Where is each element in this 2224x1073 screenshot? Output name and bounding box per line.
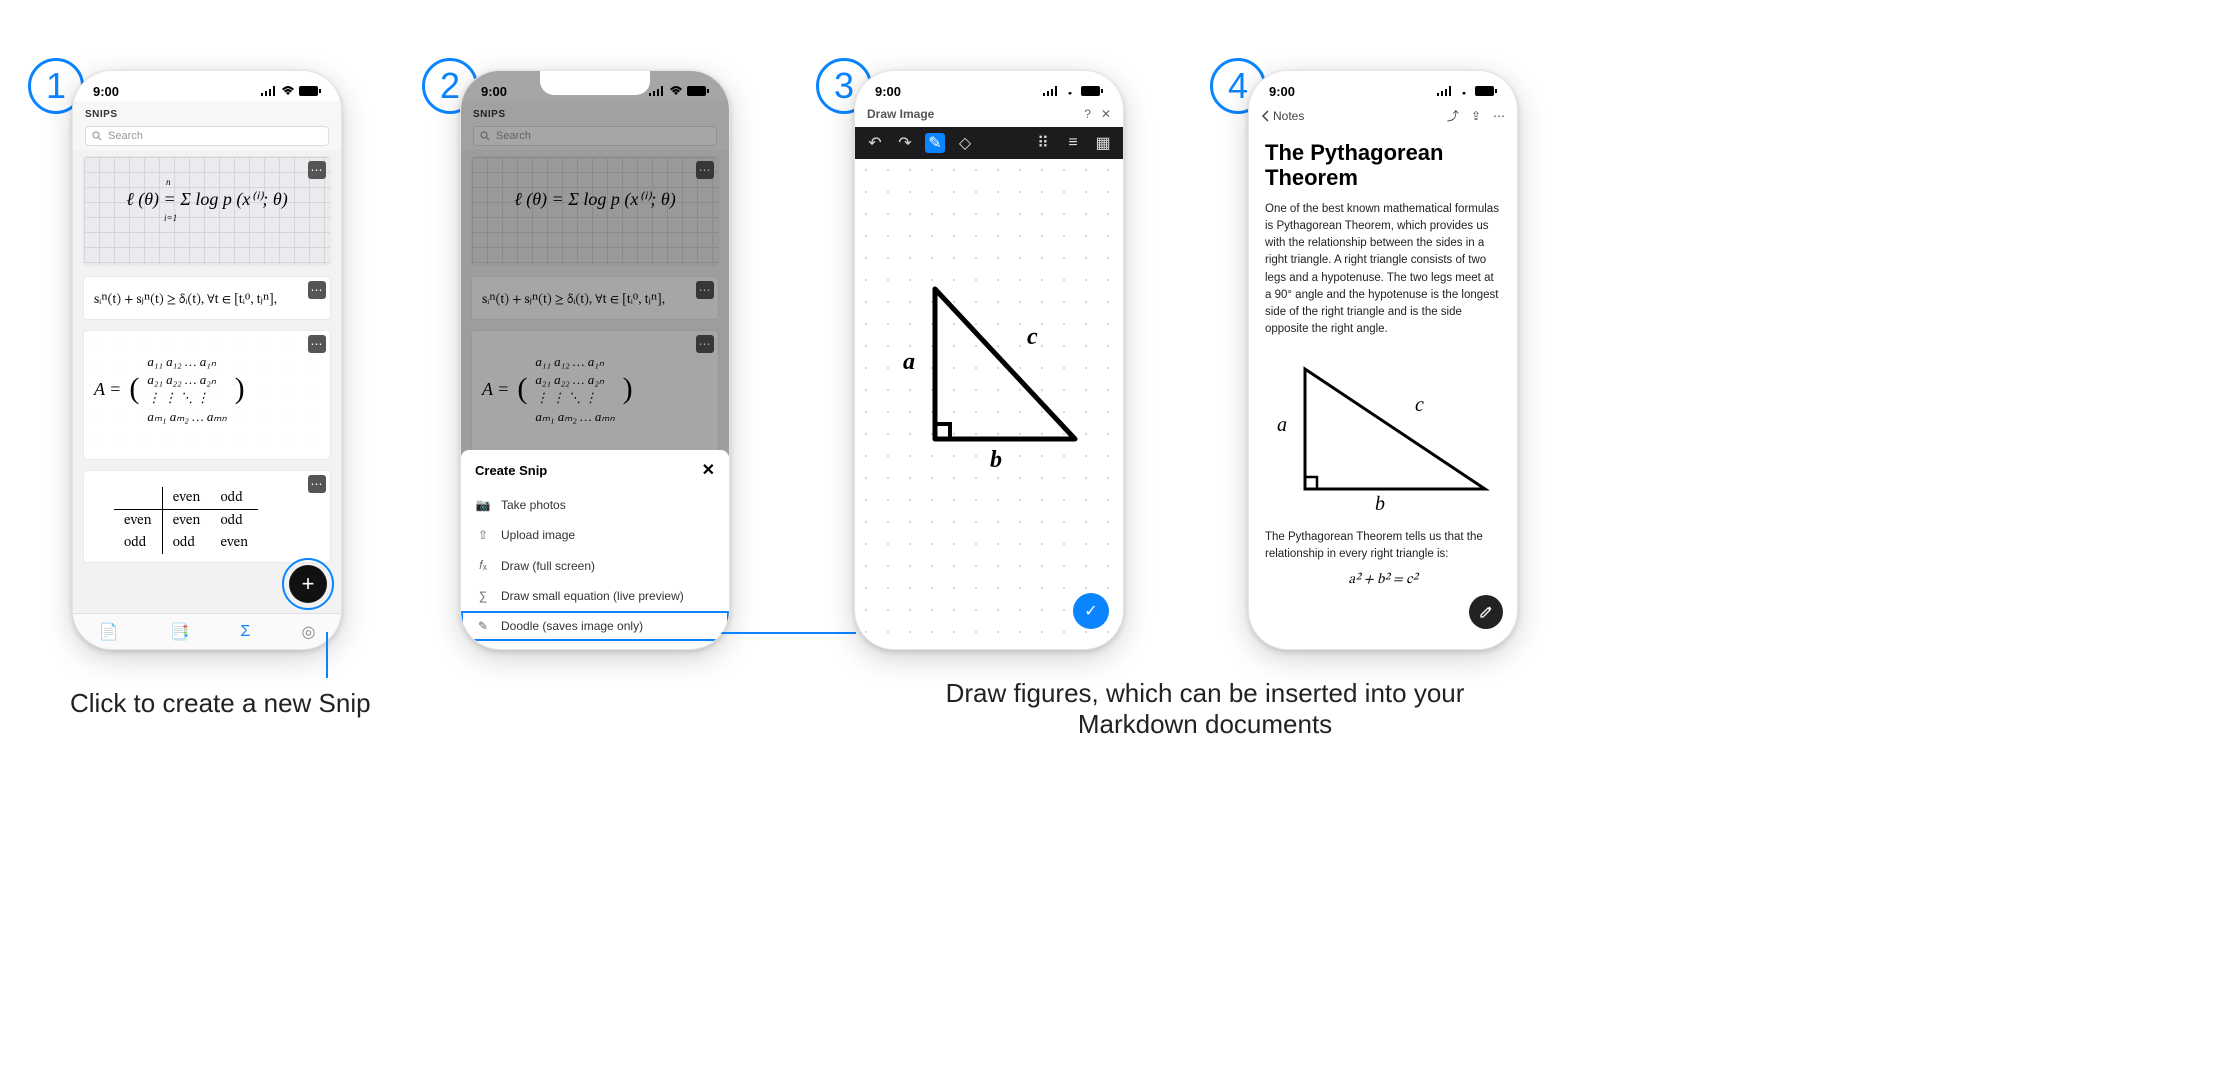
- export-icon[interactable]: ⇪: [1471, 109, 1481, 123]
- triangle-drawing: [1265, 349, 1505, 519]
- note-paragraph-2: The Pythagorean Theorem tells us that th…: [1265, 529, 1501, 564]
- sheet-title: Create Snip: [475, 463, 547, 478]
- draw-canvas[interactable]: a b c ✓: [855, 159, 1123, 649]
- triangle-label-c: c: [1027, 324, 1038, 351]
- phone-4: 9:00 Notes ⤴ ⇪ ⋯ The Pythagorean: [1248, 70, 1518, 650]
- sheet-item-take-photos[interactable]: 📷Take photos: [461, 490, 729, 520]
- wifi-icon: [669, 86, 683, 96]
- create-snip-sheet: Create Snip ✕ 📷Take photos ⇧Upload image…: [461, 450, 729, 649]
- status-time: 9:00: [481, 84, 507, 99]
- phone-2: 9:00 SNIPS Search ⋯ ℓ (θ) = Σ log p (x⁽ⁱ…: [460, 70, 730, 650]
- search-icon: [92, 131, 102, 141]
- snip-card[interactable]: ⋯ ℓ (θ) = Σ log p (x⁽ⁱ⁾; θ) n i=1: [83, 156, 331, 266]
- grid-squares-icon[interactable]: ▦: [1093, 133, 1113, 153]
- signal-icon: [1437, 86, 1453, 96]
- sheet-item-draw-small[interactable]: ∑Draw small equation (live preview): [461, 581, 729, 611]
- close-icon[interactable]: ✕: [1101, 107, 1111, 121]
- new-snip-fab[interactable]: +: [289, 565, 327, 603]
- snip-card[interactable]: ⋯ sᵢⁿ(t) + sⱼⁿ(t) ≥ δᵢ(t), ∀t ∈ [tᵢ⁰, tⱼ…: [83, 276, 331, 320]
- sheet-item-draw-full[interactable]: 𝑓ₓDraw (full screen): [461, 550, 729, 581]
- triangle-label-b: b: [990, 447, 1002, 474]
- signal-icon: [649, 86, 665, 96]
- draw-icon: 𝑓ₓ: [475, 558, 491, 573]
- undo-icon[interactable]: ↶: [865, 133, 885, 153]
- share-icon[interactable]: ⤴: [1447, 107, 1459, 124]
- triangle-drawing: [855, 159, 1123, 599]
- wifi-icon: [1457, 86, 1471, 96]
- wifi-icon: [1063, 86, 1077, 96]
- status-time: 9:00: [875, 84, 901, 99]
- draw-title: Draw Image: [867, 107, 934, 121]
- snips-header: SNIPS Search: [73, 101, 341, 150]
- caption-1: Click to create a new Snip: [70, 688, 590, 719]
- equation-icon: ∑: [475, 589, 491, 603]
- triangle-label-c: c: [1415, 394, 1424, 417]
- status-time: 9:00: [93, 84, 119, 99]
- matrix-prefix: A =: [94, 379, 121, 400]
- snip-card[interactable]: ⋯ A = ( a₁₁ a₁₂ … a₁ₙ a₂₁ a₂₂ … a₂ₙ ⋮ ⋮ …: [83, 330, 331, 460]
- note-paragraph-1: One of the best known mathematical formu…: [1265, 201, 1501, 339]
- help-icon[interactable]: ?: [1084, 107, 1091, 121]
- note-equation: a² + b² = c²: [1265, 571, 1501, 589]
- more-icon[interactable]: ⋯: [308, 475, 326, 493]
- status-icons: [261, 86, 321, 96]
- connector-line: [326, 632, 328, 678]
- page-title: SNIPS: [85, 109, 329, 120]
- note-title: The Pythagorean Theorem: [1265, 140, 1501, 191]
- more-icon[interactable]: ⋯: [308, 161, 326, 179]
- edit-fab[interactable]: [1469, 595, 1503, 629]
- more-icon[interactable]: ⋯: [1493, 109, 1505, 123]
- battery-icon: [299, 86, 321, 96]
- sheet-item-doodle[interactable]: ✎Doodle (saves image only): [461, 611, 729, 641]
- signal-icon: [1043, 86, 1059, 96]
- pen-icon[interactable]: ✎: [925, 133, 945, 153]
- confirm-button[interactable]: ✓: [1073, 593, 1109, 629]
- signal-icon: [261, 86, 277, 96]
- matrix-body: a₁₁ a₁₂ … a₁ₙ a₂₁ a₂₂ … a₂ₙ ⋮ ⋮ ⋱ ⋮ aₘ₁ …: [147, 353, 226, 426]
- parity-table: evenodd evenevenodd oddoddeven: [114, 487, 320, 554]
- tab-account-icon[interactable]: ◎: [301, 622, 315, 642]
- snip-formula: sᵢⁿ(t) + sⱼⁿ(t) ≥ δᵢ(t), ∀t ∈ [tᵢ⁰, tⱼⁿ]…: [94, 291, 320, 309]
- grid-dots-icon[interactable]: ⠿: [1033, 133, 1053, 153]
- search-placeholder: Search: [108, 130, 143, 142]
- more-icon[interactable]: ⋯: [308, 281, 326, 299]
- tab-bar: 📄 📑 Σ ◎: [73, 613, 341, 649]
- draw-toolbar: ↶ ↷ ✎ ◇ ⠿ ≡ ▦: [855, 127, 1123, 159]
- camera-icon: 📷: [475, 498, 491, 512]
- snip-formula: ℓ (θ) = Σ log p (x⁽ⁱ⁾; θ) n i=1: [94, 189, 320, 210]
- grid-lines-icon[interactable]: ≡: [1063, 133, 1083, 153]
- status-icons: [649, 86, 709, 96]
- phone-1: 9:00 SNIPS Search ⋯ ℓ (θ) = Σ log p (x⁽: [72, 70, 342, 650]
- chevron-left-icon: [1261, 110, 1269, 122]
- sheet-item-upload-image[interactable]: ⇧Upload image: [461, 520, 729, 550]
- doodle-icon: ✎: [475, 619, 491, 633]
- triangle-label-a: a: [903, 349, 915, 376]
- search-input[interactable]: Search: [85, 126, 329, 146]
- snip-card[interactable]: ⋯ evenodd evenevenodd oddoddeven: [83, 470, 331, 563]
- tab-notes-icon[interactable]: 📄: [99, 622, 119, 642]
- battery-icon: [1475, 86, 1497, 96]
- close-icon[interactable]: ✕: [702, 460, 715, 480]
- redo-icon[interactable]: ↷: [895, 133, 915, 153]
- battery-icon: [687, 86, 709, 96]
- triangle-label-a: a: [1277, 414, 1287, 437]
- triangle-label-b: b: [1375, 493, 1385, 516]
- edit-icon: [1479, 605, 1493, 619]
- note-body: The Pythagorean Theorem One of the best …: [1249, 130, 1517, 599]
- battery-icon: [1081, 86, 1103, 96]
- status-time: 9:00: [1269, 84, 1295, 99]
- tab-pdf-icon[interactable]: 📑: [170, 622, 190, 642]
- more-icon[interactable]: ⋯: [308, 335, 326, 353]
- tab-snips-icon[interactable]: Σ: [241, 623, 251, 641]
- back-button[interactable]: Notes: [1261, 109, 1304, 123]
- wifi-icon: [281, 86, 295, 96]
- caption-2: Draw figures, which can be inserted into…: [880, 678, 1530, 740]
- tutorial-graphic: 1 2 3 4 9:00 SNIPS Search ⋯: [0, 0, 2224, 1073]
- eraser-icon[interactable]: ◇: [955, 133, 975, 153]
- upload-icon: ⇧: [475, 528, 491, 542]
- phone-3: 9:00 Draw Image ? ✕ ↶ ↷ ✎ ◇: [854, 70, 1124, 650]
